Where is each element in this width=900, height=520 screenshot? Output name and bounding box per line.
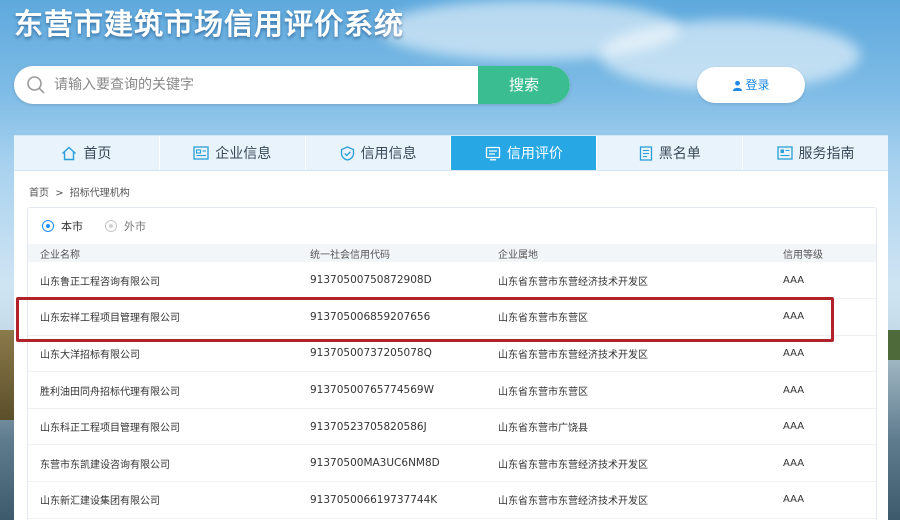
login-button[interactable]: 登录 <box>697 67 805 103</box>
company-name-cell[interactable]: 山东科正工程项目管理有限公司 <box>28 408 298 445</box>
table-row[interactable]: 山东科正工程项目管理有限公司 91370523705820586J 山东省东营市… <box>28 408 876 445</box>
column-header-location: 企业属地 <box>498 249 538 261</box>
location-cell: 山东省东营市东营区 <box>498 386 588 398</box>
credit-code-cell: 91370523705820586J <box>310 420 427 433</box>
nav-item-label: 首页 <box>83 146 112 162</box>
nav-item-home[interactable]: 首页 <box>14 136 160 170</box>
search-input[interactable] <box>54 66 474 104</box>
nav-item-company-info[interactable]: 企业信息 <box>160 136 306 170</box>
credit-code-cell: 913705006859207656 <box>310 310 431 323</box>
credit-code-cell: 91370500750872908D <box>310 274 432 287</box>
home-icon <box>62 146 77 160</box>
blacklist-icon <box>639 145 652 161</box>
filter-external-option[interactable]: 外市 <box>105 218 146 234</box>
shield-icon <box>340 145 354 161</box>
company-name-cell[interactable]: 胜利油田同舟招标代理有限公司 <box>28 372 298 409</box>
column-header-company-name: 企业名称 <box>40 249 80 261</box>
radio-selected[interactable] <box>42 220 54 232</box>
agency-list: 本市 外市 企业名称 统一社会信用代码 企业属地 信用等级 山东鲁正工程咨询有限… <box>27 207 877 520</box>
nav-item-blacklist[interactable]: 黑名单 <box>597 136 744 170</box>
table-row[interactable]: 山东鲁正工程咨询有限公司 91370500750872908D 山东省东营市东营… <box>28 262 876 299</box>
guide-icon <box>776 146 793 160</box>
user-icon <box>733 80 743 91</box>
search-icon <box>27 76 45 94</box>
agency-table: 企业名称 统一社会信用代码 企业属地 信用等级 山东鲁正工程咨询有限公司 913… <box>28 244 876 519</box>
location-cell: 山东省东营市东营经济技术开发区 <box>498 459 648 471</box>
nav-item-credit-info[interactable]: 信用信息 <box>306 136 452 170</box>
credit-level-cell: AAA <box>783 494 805 506</box>
nav-item-service-guide[interactable]: 服务指南 <box>743 136 888 170</box>
nav-item-label: 信用评价 <box>506 146 563 162</box>
table-row[interactable]: 山东大洋招标有限公司 91370500737205078Q 山东省东营市东营经济… <box>28 335 876 372</box>
credit-level-cell: AAA <box>783 274 805 286</box>
credit-level-cell: AAA <box>783 457 805 469</box>
location-cell: 山东省东营市东营区 <box>498 313 588 325</box>
region-filter: 本市 外市 <box>28 208 876 244</box>
credit-code-cell: 91370500737205078Q <box>310 347 432 360</box>
main-nav: 首页 企业信息 信用信息 信用评价 黑名单 服务指南 <box>14 135 888 171</box>
main-panel: 首页 企业信息 信用信息 信用评价 黑名单 服务指南 首页 > 招标代理机构 本… <box>14 135 888 520</box>
filter-option-label: 本市 <box>61 220 83 233</box>
company-icon <box>193 146 209 160</box>
search-bar: 搜索 <box>14 66 570 104</box>
credit-code-cell: 913705006619737744K <box>310 493 438 506</box>
company-name-cell[interactable]: 山东宏祥工程项目管理有限公司 <box>28 299 298 336</box>
table-row[interactable]: 胜利油田同舟招标代理有限公司 91370500765774569W 山东省东营市… <box>28 372 876 409</box>
location-cell: 山东省东营市东营经济技术开发区 <box>498 349 648 361</box>
table-header-row: 企业名称 统一社会信用代码 企业属地 信用等级 <box>28 244 876 262</box>
nav-item-label: 服务指南 <box>798 146 855 162</box>
breadcrumb: 首页 > 招标代理机构 <box>29 184 133 199</box>
search-button[interactable]: 搜索 <box>478 66 570 104</box>
table-row[interactable]: 山东新汇建设集团有限公司 913705006619737744K 山东省东营市东… <box>28 482 876 519</box>
login-label: 登录 <box>745 78 770 92</box>
location-cell: 山东省东营市东营经济技术开发区 <box>498 496 648 508</box>
radio-unselected[interactable] <box>105 220 117 232</box>
site-title: 东营市建筑市场信用评价系统 <box>14 7 405 41</box>
nav-item-label: 信用信息 <box>360 146 417 162</box>
nav-item-credit-evaluation[interactable]: 信用评价 <box>451 136 598 170</box>
breadcrumb-home[interactable]: 首页 <box>29 188 49 199</box>
table-row[interactable]: 东营市东凯建设咨询有限公司 91370500MA3UC6NM8D 山东省东营市东… <box>28 445 876 482</box>
evaluation-icon <box>485 146 501 160</box>
company-name-cell[interactable]: 山东新汇建设集团有限公司 <box>28 482 298 519</box>
breadcrumb-separator: > <box>55 188 64 199</box>
column-header-credit-level: 信用等级 <box>783 249 823 261</box>
credit-level-cell: AAA <box>783 384 805 396</box>
nav-item-label: 企业信息 <box>215 146 272 162</box>
credit-level-cell: AAA <box>783 347 805 359</box>
nav-item-label: 黑名单 <box>658 146 701 162</box>
location-cell: 山东省东营市东营经济技术开发区 <box>498 276 648 288</box>
breadcrumb-current: 招标代理机构 <box>69 188 130 199</box>
background-reeds <box>886 330 900 360</box>
filter-option-label: 外市 <box>124 220 146 233</box>
table-row[interactable]: 山东宏祥工程项目管理有限公司 913705006859207656 山东省东营市… <box>28 299 876 336</box>
credit-level-cell: AAA <box>783 421 805 433</box>
location-cell: 山东省东营市广饶县 <box>498 423 588 435</box>
credit-level-cell: AAA <box>783 311 805 323</box>
filter-local-option[interactable]: 本市 <box>42 218 83 234</box>
company-name-cell[interactable]: 山东鲁正工程咨询有限公司 <box>28 262 298 299</box>
credit-code-cell: 91370500MA3UC6NM8D <box>310 457 440 470</box>
column-header-credit-code: 统一社会信用代码 <box>310 249 390 261</box>
company-name-cell[interactable]: 东营市东凯建设咨询有限公司 <box>28 445 298 482</box>
company-name-cell[interactable]: 山东大洋招标有限公司 <box>28 335 298 372</box>
credit-code-cell: 91370500765774569W <box>310 384 434 397</box>
